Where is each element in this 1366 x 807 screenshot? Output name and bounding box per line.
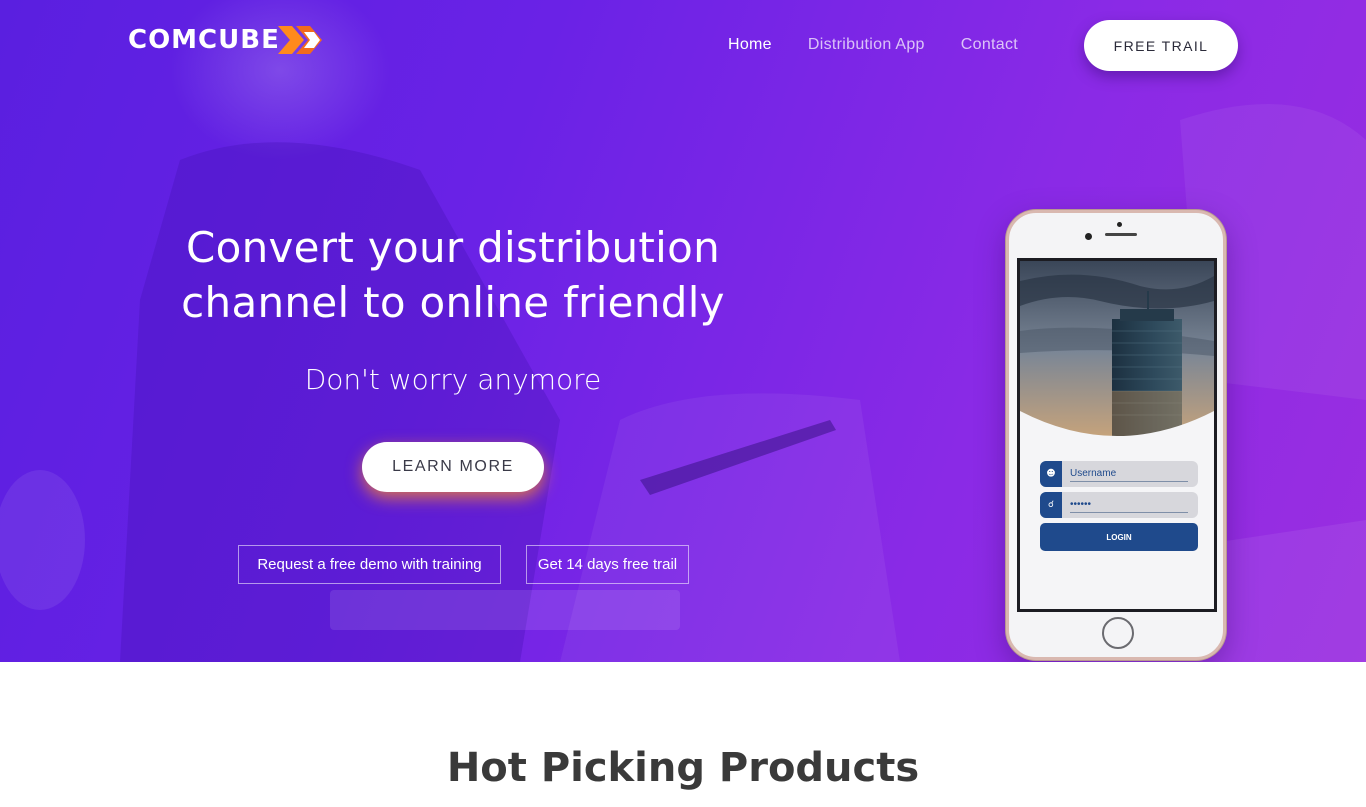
- nav-home[interactable]: Home: [728, 36, 772, 54]
- nav-distribution-app[interactable]: Distribution App: [808, 36, 925, 54]
- phone-speaker: [1105, 233, 1137, 236]
- phone-mockup: ☻ Username ☌ •••••• LOGIN: [1006, 210, 1226, 660]
- lock-icon: ☌: [1040, 492, 1062, 518]
- hero-section: COMCUBE Home Distribution App Contact FR…: [0, 0, 1366, 662]
- logo[interactable]: COMCUBE: [128, 22, 330, 58]
- main-nav: Home Distribution App Contact: [728, 20, 1054, 70]
- hero-subline: Don't worry anymore: [304, 363, 602, 396]
- nav-contact[interactable]: Contact: [961, 36, 1018, 54]
- phone-screen: ☻ Username ☌ •••••• LOGIN: [1017, 258, 1217, 612]
- headline-line-1: Convert your distribution: [185, 223, 721, 272]
- logo-x-icon: [277, 26, 322, 54]
- username-placeholder: Username: [1070, 467, 1188, 482]
- login-button[interactable]: LOGIN: [1040, 523, 1198, 551]
- password-field[interactable]: ☌ ••••••: [1040, 492, 1198, 518]
- hero-headline: Convert your distribution channel to onl…: [140, 220, 766, 330]
- phone-sensor: [1117, 222, 1122, 227]
- hot-picking-products-title: Hot Picking Products: [446, 745, 920, 791]
- free-trail-button[interactable]: FREE TRAIL: [1084, 20, 1238, 71]
- building-photo: [1020, 261, 1214, 441]
- password-value: ••••••: [1070, 498, 1188, 513]
- learn-more-button[interactable]: LEARN MORE: [362, 442, 544, 492]
- request-demo-button[interactable]: Request a free demo with training: [238, 545, 501, 584]
- phone-camera: [1085, 233, 1092, 240]
- username-field[interactable]: ☻ Username: [1040, 461, 1198, 487]
- user-icon: ☻: [1040, 461, 1062, 487]
- headline-line-2: channel to online friendly: [181, 278, 725, 327]
- free-trial-button[interactable]: Get 14 days free trail: [526, 545, 689, 584]
- phone-home-button: [1102, 617, 1134, 649]
- logo-text: COMCUBE: [128, 25, 280, 55]
